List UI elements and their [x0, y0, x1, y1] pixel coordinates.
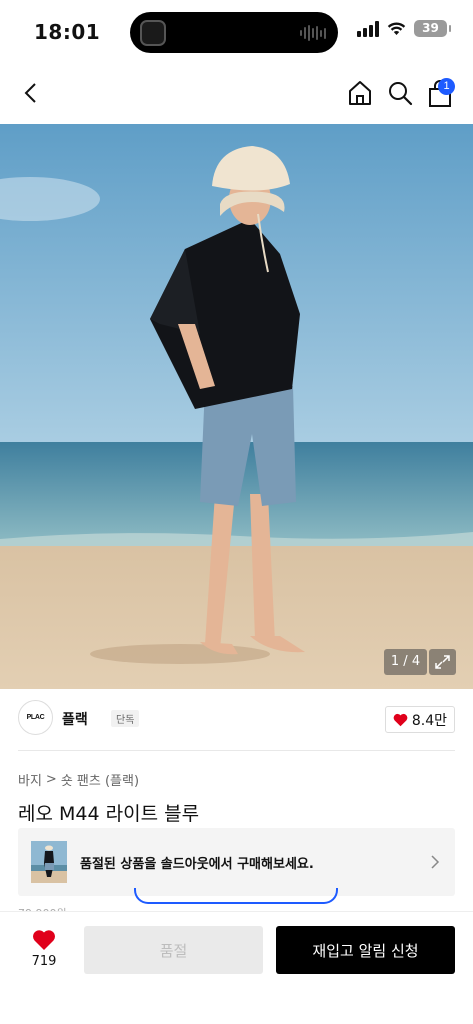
- brand-name[interactable]: 플랙: [62, 709, 88, 729]
- banner-text: 품절된 상품을 솔드아웃에서 구매해보세요.: [80, 857, 314, 872]
- product-photo: [0, 124, 473, 689]
- wish-count: 719: [31, 954, 57, 969]
- search-icon[interactable]: [386, 79, 414, 107]
- brand-like-count: 8.4만: [411, 712, 447, 729]
- top-nav-bar: [0, 62, 473, 124]
- expand-icon[interactable]: [429, 649, 456, 675]
- status-bar: 18:01 39: [0, 0, 473, 62]
- soldout-button: 품절: [84, 926, 263, 974]
- heart-icon: [393, 713, 408, 726]
- heart-icon[interactable]: [32, 929, 56, 951]
- soldout-marketplace-banner[interactable]: 품절된 상품을 솔드아웃에서 구매해보세요.: [18, 828, 455, 896]
- banner-thumbnail: [31, 841, 67, 883]
- status-time: 18:01: [34, 20, 101, 44]
- restock-alert-button[interactable]: 재입고 알림 신청: [276, 926, 455, 974]
- breadcrumb-subcategory[interactable]: 숏 팬츠 (플랙): [61, 770, 139, 789]
- status-icons: 39: [357, 20, 451, 37]
- image-counter: 1 / 4: [384, 649, 427, 675]
- brand-like-button[interactable]: 8.4만: [384, 706, 455, 733]
- audio-wave-icon: [300, 25, 326, 41]
- now-playing-thumbnail: [140, 20, 166, 46]
- exclusive-tag: 단독: [111, 710, 140, 727]
- brand-row[interactable]: PLAC 플랙 단독 8.4만: [18, 700, 455, 740]
- brand-logo[interactable]: PLAC: [18, 700, 53, 735]
- home-icon[interactable]: [346, 79, 374, 107]
- divider: [18, 750, 455, 751]
- back-chevron-icon[interactable]: [18, 80, 44, 106]
- chevron-right-icon: [431, 855, 440, 869]
- cart-count-badge: 1: [438, 78, 455, 95]
- dynamic-island: [130, 12, 338, 53]
- signal-icon: [357, 20, 379, 37]
- breadcrumb-separator-icon: >: [45, 772, 57, 787]
- breadcrumb-category[interactable]: 바지: [18, 770, 42, 789]
- battery-icon: 39: [414, 20, 451, 37]
- partial-outline-button: [134, 888, 338, 904]
- product-title: 레오 M44 라이트 블루: [18, 803, 200, 825]
- bottom-action-bar: 719 품절 재입고 알림 신청: [0, 911, 473, 1024]
- wifi-icon: [387, 22, 406, 35]
- product-image-carousel[interactable]: 1 / 4: [0, 124, 473, 689]
- breadcrumb: 바지 > 숏 팬츠 (플랙): [18, 770, 139, 789]
